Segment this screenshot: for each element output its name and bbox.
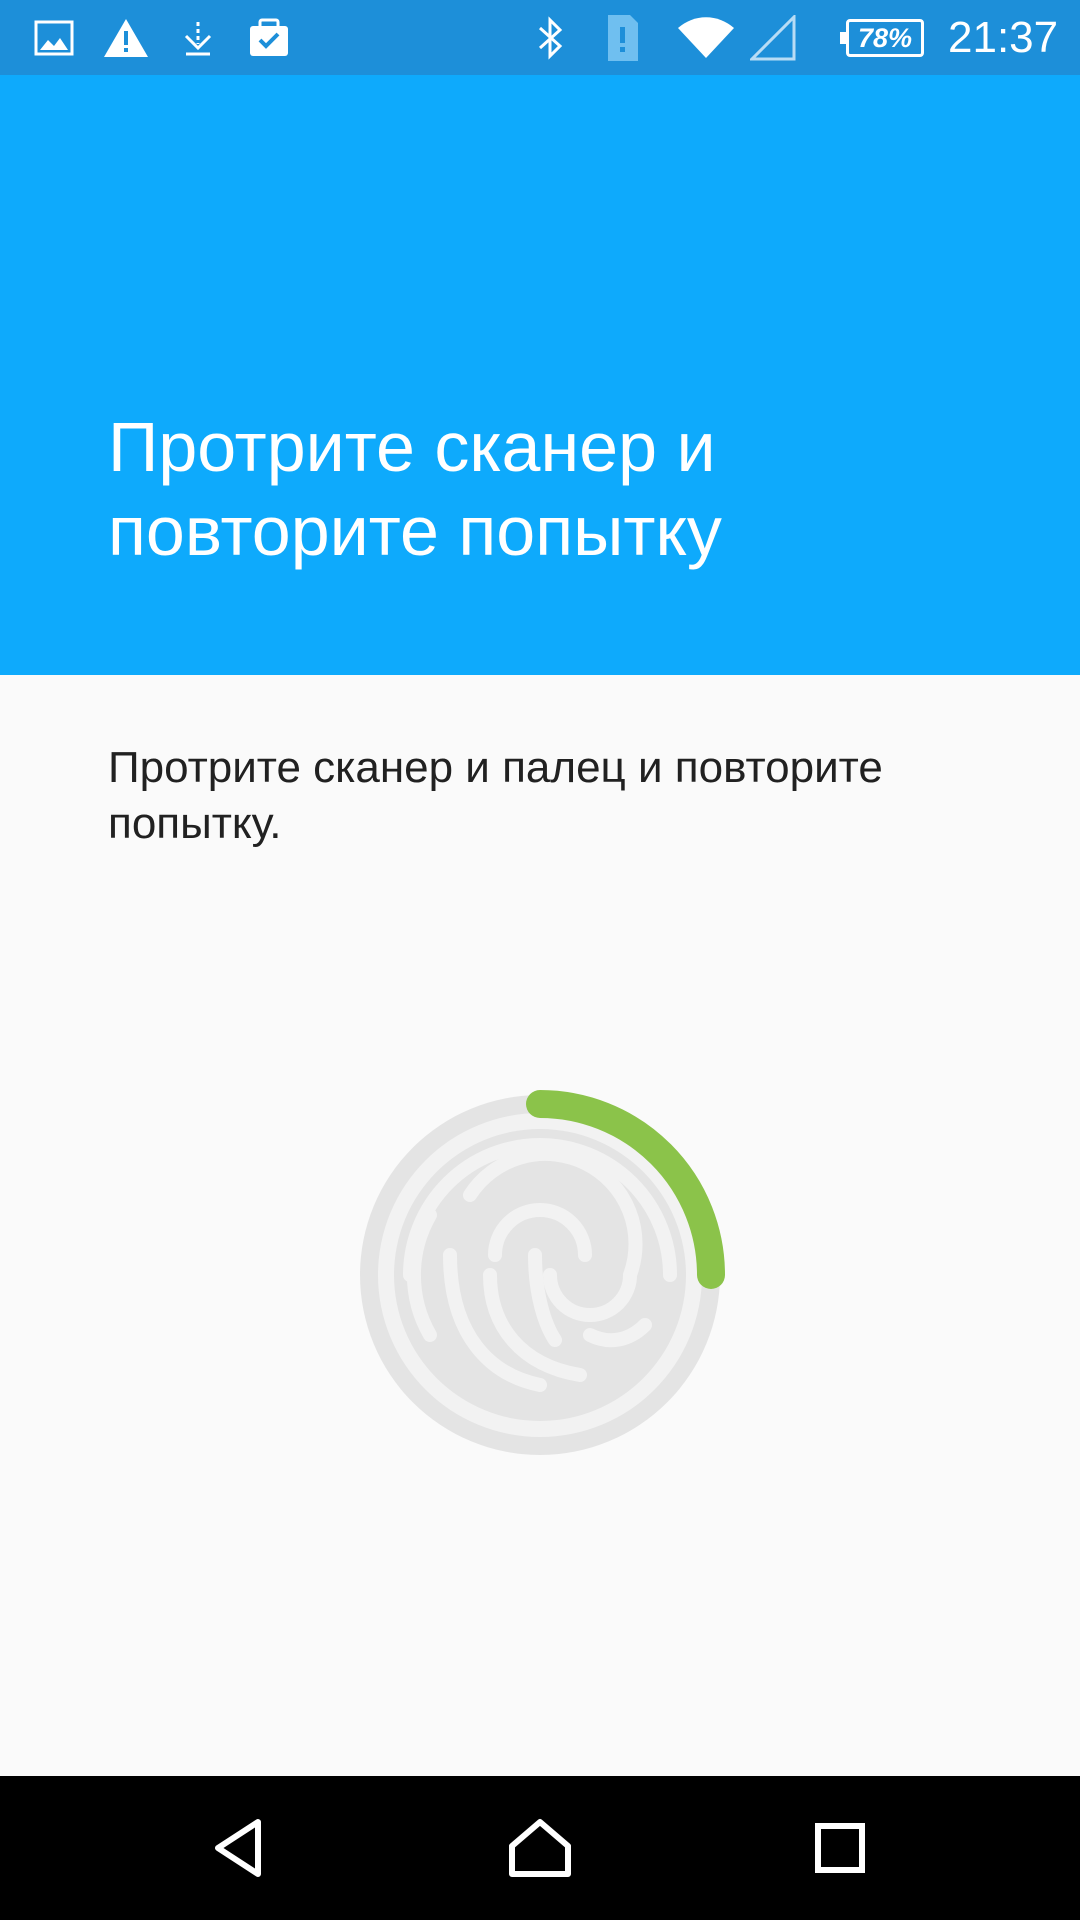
screen: 78% 21:37 Протрите сканер и повторите по… (0, 0, 1080, 1920)
warning-icon (102, 14, 150, 62)
sim-alert-icon (602, 14, 642, 62)
battery-indicator: 78% (840, 19, 924, 57)
wifi-icon (676, 14, 736, 62)
navigation-bar (0, 1776, 1080, 1920)
fingerprint-progress (340, 1075, 740, 1475)
image-icon (34, 14, 74, 62)
page-title: Протрите сканер и повторите попытку (108, 408, 722, 570)
back-button[interactable] (200, 1808, 280, 1888)
download-icon (178, 14, 218, 62)
recents-icon (815, 1823, 865, 1873)
home-button[interactable] (500, 1808, 580, 1888)
signal-icon (750, 14, 796, 62)
home-icon (509, 1819, 571, 1877)
back-icon (215, 1819, 261, 1877)
status-bar: 78% 21:37 (0, 0, 1080, 75)
instruction-message: Протрите сканер и палец и повторите попы… (108, 743, 883, 848)
clock: 21:37 (948, 13, 1059, 62)
clipboard-check-icon (246, 14, 292, 62)
recents-button[interactable] (800, 1808, 880, 1888)
bluetooth-icon (536, 14, 566, 62)
fingerprint-icon (360, 1090, 725, 1455)
header: Протрите сканер и повторите попытку (0, 75, 1080, 675)
